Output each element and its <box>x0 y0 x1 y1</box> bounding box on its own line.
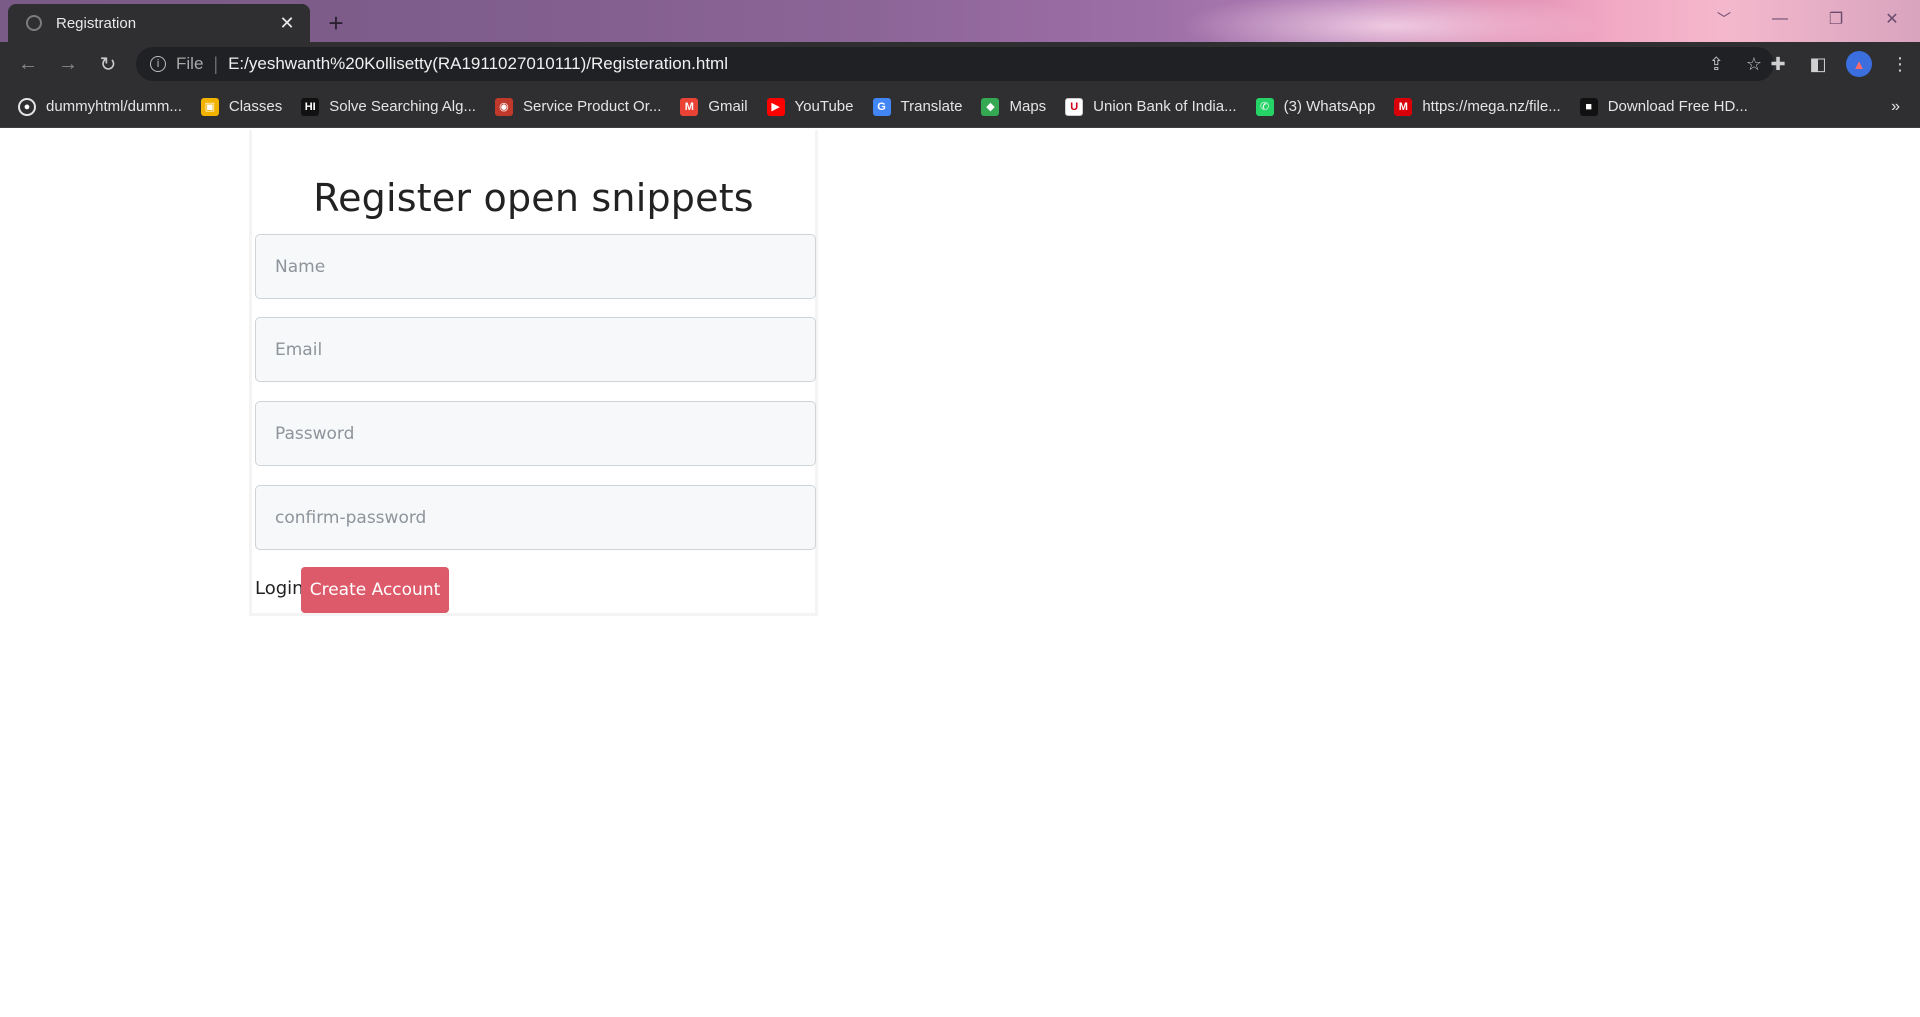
bookmark-item[interactable]: HI Solve Searching Alg... <box>301 97 476 116</box>
browser-titlebar: Registration ✕ + ﹀ — ❐ ✕ <box>0 0 1920 50</box>
service-icon: ◉ <box>494 97 513 116</box>
bookmark-item[interactable]: Mhttps://mega.nz/file... <box>1394 97 1561 116</box>
bookmark-item[interactable]: ✆ (3) WhatsApp <box>1255 97 1376 116</box>
hackerrank-icon: HI <box>301 97 320 116</box>
page-title: Register open snippets <box>313 176 754 220</box>
globe-icon <box>26 15 42 31</box>
bookmark-label: Classes <box>228 98 283 115</box>
translate-icon: G <box>872 97 891 116</box>
toolbar-right-actions: ✚ ◧ ▲ ⋮ <box>1766 42 1912 86</box>
login-link[interactable]: Login <box>255 578 304 599</box>
bookmark-label: https://mega.nz/file... <box>1422 98 1561 115</box>
extensions-puzzle-icon[interactable]: ✚ <box>1766 52 1790 76</box>
bookmark-item[interactable]: U Union Bank of India... <box>1065 97 1237 116</box>
share-icon[interactable]: ⇪ <box>1709 54 1724 75</box>
new-tab-button[interactable]: + <box>320 8 352 40</box>
address-bar-actions: ⇪ ☆ <box>1709 47 1762 81</box>
bookmarks-bar: ● dummyhtml/dumm... ▣ Classes HI Solve Search… <box>0 86 1920 128</box>
bookmark-item[interactable]: ● dummyhtml/dumm... <box>18 97 182 116</box>
close-tab-icon[interactable]: ✕ <box>276 13 298 34</box>
mega-icon: M <box>1394 97 1413 116</box>
bookmark-item[interactable]: ▣ Classes <box>200 97 283 116</box>
bookmark-label: Solve Searching Alg... <box>329 98 476 115</box>
bookmark-label: Gmail <box>708 98 748 115</box>
password-input[interactable] <box>255 401 816 466</box>
url-separator: | <box>213 53 219 74</box>
youtube-icon: ▶ <box>766 97 785 116</box>
bookmark-star-icon[interactable]: ☆ <box>1746 54 1762 75</box>
bookmark-label: Translate <box>900 98 963 115</box>
bookmark-label: dummyhtml/dumm... <box>46 98 182 115</box>
bookmark-label: YouTube <box>794 98 854 115</box>
bookmark-item[interactable]: ▶ YouTube <box>766 97 854 116</box>
bookmark-label: Download Free HD... <box>1607 98 1748 115</box>
tab-title: Registration <box>56 14 137 32</box>
classroom-icon: ▣ <box>200 97 219 116</box>
browser-tab[interactable]: Registration ✕ <box>8 4 310 42</box>
whatsapp-icon: ✆ <box>1255 97 1274 116</box>
bookmark-item[interactable]: M Gmail <box>680 97 748 116</box>
menu-kebab-icon[interactable]: ⋮ <box>1888 52 1912 76</box>
unionbank-icon: U <box>1065 97 1084 116</box>
window-close-icon[interactable]: ✕ <box>1864 9 1920 29</box>
bookmark-label: Maps <box>1009 98 1047 115</box>
bookmark-label: Union Bank of India... <box>1093 98 1237 115</box>
bookmark-item[interactable]: ◆ Maps <box>981 97 1047 116</box>
browser-toolbar: ← → ↻ i File | E:/yeshwanth%20Kollisetty… <box>0 42 1920 86</box>
bookmark-item[interactable]: ■ Download Free HD... <box>1579 97 1748 116</box>
bookmark-label: (3) WhatsApp <box>1283 98 1376 115</box>
profile-avatar-icon[interactable]: ▲ <box>1846 51 1872 77</box>
restore-icon[interactable]: ❐ <box>1808 9 1864 29</box>
name-input[interactable] <box>255 234 816 299</box>
page-content: Register open snippets Login Create Acco… <box>0 128 1920 1017</box>
bookmarks-overflow-icon[interactable]: » <box>1891 98 1900 116</box>
bookmark-item[interactable]: G Translate <box>872 97 963 116</box>
register-card: Register open snippets Login Create Acco… <box>249 130 818 616</box>
reload-icon[interactable]: ↻ <box>88 44 128 84</box>
back-arrow-icon[interactable]: ← <box>8 44 48 84</box>
tab-search-chevron-icon[interactable]: ﹀ <box>1696 9 1752 29</box>
create-account-button[interactable]: Create Account <box>301 567 449 613</box>
download-icon: ■ <box>1579 97 1598 116</box>
url-scheme-label: File <box>176 54 204 73</box>
bookmark-item[interactable]: ◉ Service Product Or... <box>494 97 662 116</box>
site-info-icon[interactable]: i <box>150 56 166 72</box>
window-controls: ﹀ — ❐ ✕ <box>1696 0 1920 38</box>
confirm-password-input[interactable] <box>255 485 816 550</box>
bookmark-label: Service Product Or... <box>522 98 662 115</box>
maps-icon: ◆ <box>981 97 1000 116</box>
github-icon: ● <box>18 97 36 116</box>
side-panel-icon[interactable]: ◧ <box>1806 52 1830 76</box>
address-bar[interactable]: i File | E:/yeshwanth%20Kollisetty(RA191… <box>136 47 1774 81</box>
minimize-icon[interactable]: — <box>1752 10 1808 28</box>
forward-arrow-icon[interactable]: → <box>48 44 88 84</box>
email-input[interactable] <box>255 317 816 382</box>
gmail-icon: M <box>680 97 699 116</box>
url-text[interactable]: E:/yeshwanth%20Kollisetty(RA191102701011… <box>228 54 728 74</box>
